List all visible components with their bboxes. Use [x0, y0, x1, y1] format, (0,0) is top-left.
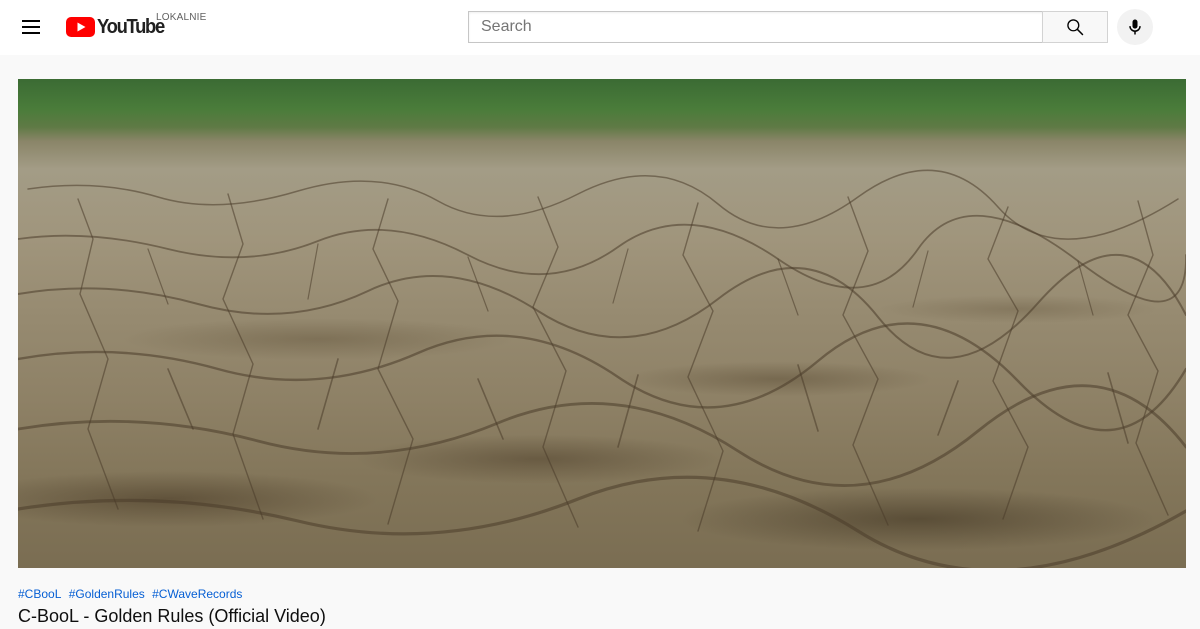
- video-title: C-BooL - Golden Rules (Official Video): [18, 606, 326, 626]
- youtube-logo-link[interactable]: YouTube: [66, 15, 170, 39]
- youtube-wordmark: YouTube: [97, 16, 165, 38]
- guide-menu-button[interactable]: [14, 11, 48, 43]
- hashtag-link[interactable]: #CBooL: [18, 587, 61, 601]
- hashtag-link[interactable]: #CWaveRecords: [152, 587, 242, 601]
- video-thumbnail-image: [18, 169, 1186, 568]
- search-box: [468, 11, 1043, 43]
- hamburger-menu-icon: [22, 20, 40, 22]
- region-code: LOKALNIE: [156, 12, 207, 23]
- voice-search-button[interactable]: [1117, 9, 1153, 45]
- hashtag-list: #CBooL #GoldenRules #CWaveRecords: [18, 586, 326, 602]
- search-input[interactable]: [469, 12, 1043, 42]
- hamburger-menu-icon-bar: [22, 32, 40, 34]
- hashtag-link[interactable]: #GoldenRules: [69, 587, 145, 601]
- microphone-icon: [1129, 19, 1141, 35]
- video-info: #CBooL #GoldenRules #CWaveRecords C-BooL…: [18, 586, 326, 628]
- search-button[interactable]: [1042, 11, 1108, 43]
- hamburger-menu-icon-bar: [22, 26, 40, 28]
- search-icon: [1067, 19, 1084, 36]
- masthead: YouTube LOKALNIE: [0, 0, 1200, 55]
- youtube-play-logo-icon: [66, 17, 95, 37]
- video-player[interactable]: [18, 79, 1186, 568]
